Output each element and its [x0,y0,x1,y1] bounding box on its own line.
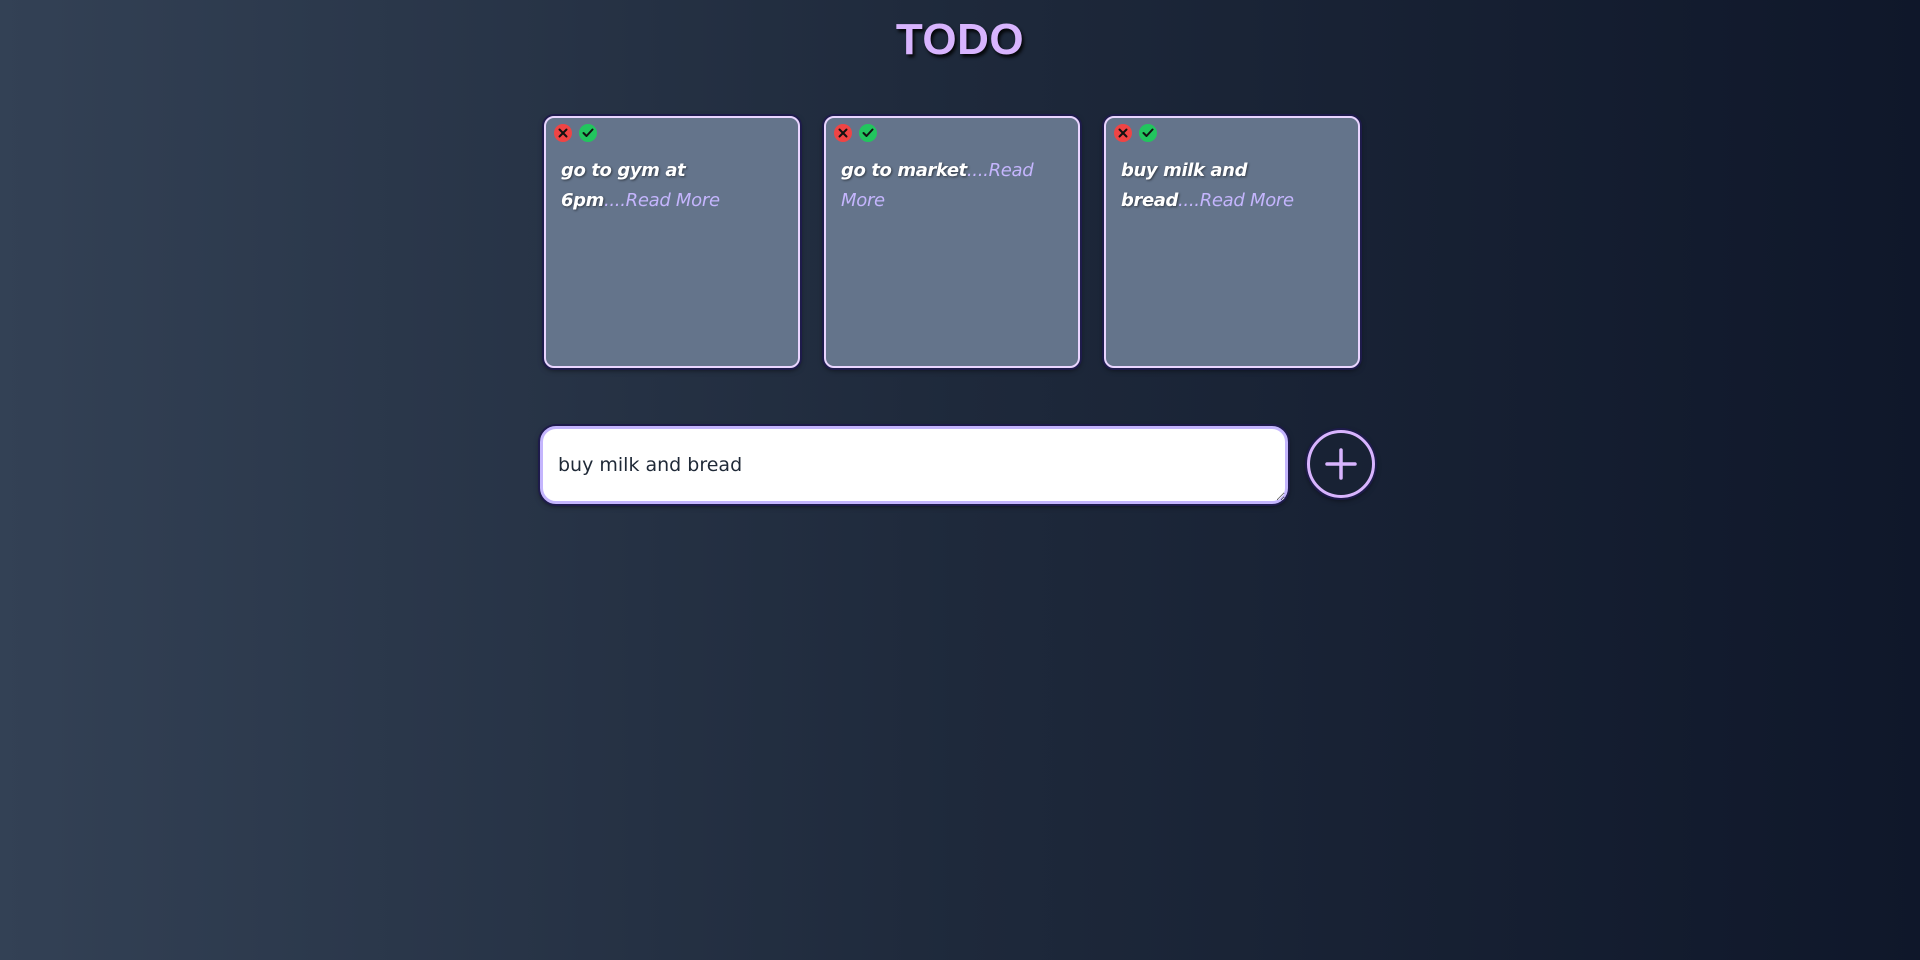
todo-text-content: go to market [841,160,967,181]
todo-card: go to gym at 6pm....Read More [544,116,800,368]
close-icon [558,128,568,138]
complete-todo-button[interactable] [579,124,597,142]
todo-text: buy milk and bread....Read More [1121,156,1344,216]
complete-todo-button[interactable] [859,124,877,142]
todo-card: go to market....Read More [824,116,1080,368]
read-more-link[interactable]: ....Read More [1178,190,1294,211]
todo-card: buy milk and bread....Read More [1104,116,1360,368]
check-icon [1142,128,1154,137]
new-todo-form: buy milk and bread [540,426,1375,504]
delete-todo-button[interactable] [1114,124,1132,142]
check-icon [862,128,874,137]
plus-icon [1325,448,1357,480]
todo-card-actions [554,124,597,142]
todo-list: go to gym at 6pm....Read More go to mark… [544,116,1360,368]
add-todo-button[interactable] [1307,430,1375,498]
todo-text: go to gym at 6pm....Read More [561,156,784,216]
todo-card-actions [834,124,877,142]
complete-todo-button[interactable] [1139,124,1157,142]
todo-card-actions [1114,124,1157,142]
close-icon [838,128,848,138]
check-icon [582,128,594,137]
close-icon [1118,128,1128,138]
app-title: TODO [895,15,1025,64]
delete-todo-button[interactable] [554,124,572,142]
todo-text: go to market....Read More [841,156,1064,216]
delete-todo-button[interactable] [834,124,852,142]
read-more-link[interactable]: ....Read More [604,190,720,211]
todo-input[interactable]: buy milk and bread [540,426,1288,504]
